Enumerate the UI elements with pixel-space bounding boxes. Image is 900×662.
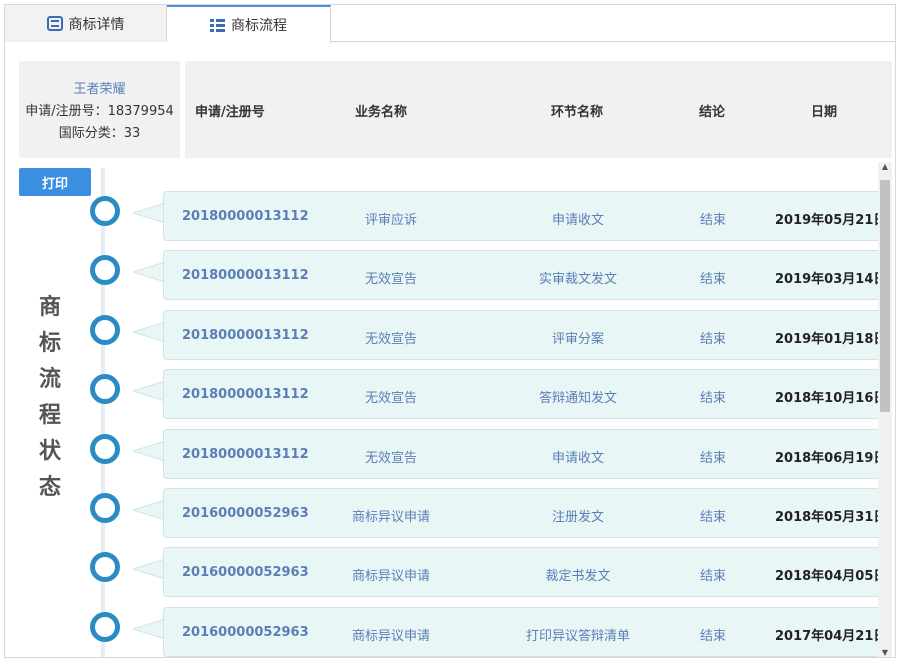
tab-label: 商标详情: [68, 16, 125, 33]
record-date: 2018年04月05日: [775, 569, 887, 585]
trademark-name[interactable]: 王者荣耀: [73, 78, 125, 97]
international-class: 国际分类：33: [58, 126, 141, 141]
list-item: 20180000013112 无效宣告 答辩通知发文 结束 2018年10月16日: [5, 369, 895, 423]
record-step-name: 申请收文: [551, 450, 604, 466]
callout-pointer: [133, 500, 165, 520]
registration-number: 申请/注册号：18379954: [25, 104, 174, 119]
record-reg-number[interactable]: 20160000052963: [182, 565, 309, 580]
record-step-name: 申请收文: [551, 213, 604, 228]
record-result: 结束: [700, 510, 727, 525]
callout-pointer: [133, 321, 165, 342]
list-item: 20180000013112 无效宣告 申请收文 结束 2018年06月19日: [5, 428, 895, 483]
column-header-result: 结论: [699, 105, 726, 120]
record-step-name: 打印异议答辩清单: [525, 628, 630, 644]
record-result: 结束: [700, 569, 727, 585]
record-step-name: 裁定书发文: [545, 569, 611, 585]
timeline-node-icon: [90, 374, 120, 405]
callout-pointer: [133, 440, 165, 461]
process-record: 20160000052963 商标异议申请 裁定书发文 结束 2018年04月05日: [163, 547, 887, 598]
timeline-node-icon: [90, 196, 120, 226]
process-record: 20180000013112 无效宣告 申请收文 结束 2018年06月19日: [163, 428, 887, 479]
record-reg-number[interactable]: 20180000013112: [182, 268, 309, 283]
list-icon: [210, 18, 225, 32]
record-result: 结束: [700, 628, 727, 644]
column-header-step: 环节名称: [551, 105, 604, 120]
scroll-thumb[interactable]: [880, 180, 890, 412]
timeline-node-icon: [90, 611, 120, 642]
record-result: 结束: [700, 272, 727, 288]
callout-pointer: [133, 203, 165, 223]
list-item: 20180000013112 无效宣告 评审分案 结束 2019年01月18日: [5, 309, 895, 364]
record-date: 2019年03月14日: [775, 272, 887, 288]
process-record: 20160000052963 商标异议申请 打印异议答辩清单 结束 2017年04月21…: [163, 606, 887, 657]
record-business-name: 无效宣告: [364, 272, 417, 288]
record-reg-number[interactable]: 20160000052963: [182, 625, 309, 640]
process-record: 20160000052963 商标异议申请 注册发文 结束 2018年05月31日: [163, 488, 887, 538]
timeline-node-icon: [90, 314, 120, 345]
trademark-info: 王者荣耀 申请/注册号：18379954 国际分类：33: [19, 61, 180, 158]
record-result: 结束: [700, 450, 727, 466]
record-date: 2019年01月18日: [775, 331, 887, 347]
record-result: 结束: [700, 331, 727, 347]
process-record: 20180000013112 评审应诉 申请收文 结束 2019年05月21日: [163, 191, 887, 241]
record-step-name: 答辩通知发文: [538, 391, 617, 407]
vertical-scrollbar[interactable]: ▲ ▼: [878, 162, 892, 657]
tab-bar: 商标详情 商标流程: [5, 5, 895, 43]
list-item: 20180000013112 无效宣告 实审裁文发文 结束 2019年03月14日: [5, 250, 895, 304]
record-business-name: 无效宣告: [364, 391, 417, 407]
callout-pointer: [133, 559, 165, 580]
column-header-date: 日期: [811, 105, 838, 120]
record-result: 结束: [700, 391, 727, 407]
record-business-name: 无效宣告: [364, 331, 417, 347]
record-date: 2019年05月21日: [775, 213, 887, 228]
tab-label: 商标流程: [231, 18, 287, 34]
timeline-node-icon: [90, 493, 120, 523]
table-header: 申请/注册号 业务名称 环节名称 结论 日期: [185, 61, 892, 158]
record-date: 2018年05月31日: [775, 510, 887, 525]
trademark-panel: 商标详情 商标流程 王者荣耀 申请/注册号：18379954 国际分类：33 申…: [4, 4, 896, 658]
record-business-name: 评审应诉: [364, 213, 417, 228]
list-item: 20180000013112 评审应诉 申请收文 结束 2019年05月21日: [5, 191, 895, 245]
record-date: 2017年04月21日: [775, 628, 887, 644]
record-step-name: 注册发文: [551, 510, 604, 525]
record-result: 结束: [700, 213, 727, 228]
tab-trademark-details[interactable]: 商标详情: [5, 5, 167, 42]
record-business-name: 商标异议申请: [351, 510, 430, 525]
process-record: 20180000013112 无效宣告 实审裁文发文 结束 2019年03月14日: [163, 250, 887, 301]
record-reg-number[interactable]: 20180000013112: [182, 387, 309, 402]
record-reg-number[interactable]: 20180000013112: [182, 209, 309, 224]
document-icon: [46, 16, 63, 31]
scroll-down-arrow-icon[interactable]: ▼: [880, 648, 890, 657]
record-business-name: 商标异议申请: [351, 628, 430, 644]
list-item: 20160000052963 商标异议申请 打印异议答辩清单 结束 2017年04月21…: [5, 606, 895, 657]
process-record: 20180000013112 无效宣告 评审分案 结束 2019年01月18日: [163, 309, 887, 360]
callout-pointer: [133, 618, 165, 639]
record-step-name: 实审裁文发文: [538, 272, 617, 288]
list-item: 20160000052963 商标异议申请 注册发文 结束 2018年05月31日: [5, 488, 895, 542]
scroll-up-arrow-icon[interactable]: ▲: [880, 162, 890, 172]
timeline-node-icon: [90, 552, 120, 583]
callout-pointer: [133, 262, 165, 283]
record-business-name: 商标异议申请: [351, 569, 430, 585]
timeline-node-icon: [90, 433, 120, 464]
timeline-node-icon: [90, 255, 120, 286]
column-header-business: 业务名称: [355, 105, 408, 120]
record-reg-number[interactable]: 20180000013112: [182, 447, 309, 462]
record-business-name: 无效宣告: [364, 450, 417, 466]
list-item: 20160000052963 商标异议申请 裁定书发文 结束 2018年04月05日: [5, 547, 895, 601]
tab-trademark-process[interactable]: 商标流程: [167, 5, 331, 43]
record-step-name: 评审分案: [551, 331, 604, 347]
column-header-reg: 申请/注册号: [195, 105, 265, 120]
record-date: 2018年06月19日: [775, 450, 887, 466]
record-reg-number[interactable]: 20180000013112: [182, 328, 309, 343]
process-record: 20180000013112 无效宣告 答辩通知发文 结束 2018年10月16日: [163, 369, 887, 420]
record-date: 2018年10月16日: [775, 391, 887, 407]
callout-pointer: [133, 381, 165, 402]
record-reg-number[interactable]: 20160000052963: [182, 506, 309, 521]
